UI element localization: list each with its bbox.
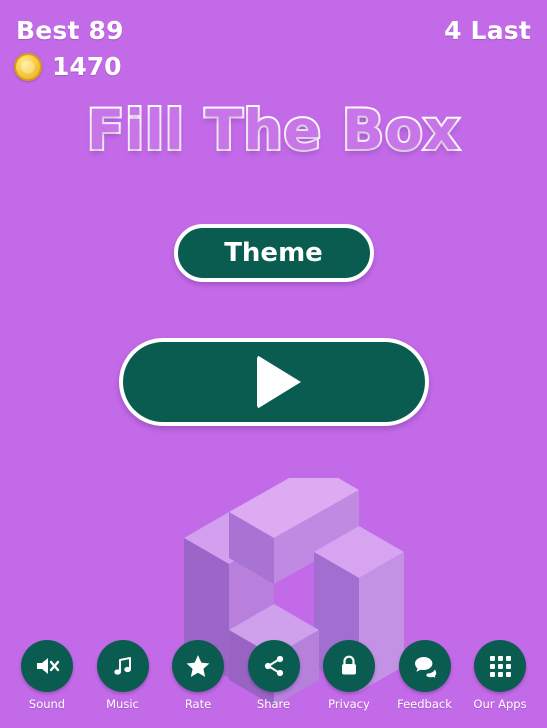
coin-counter: 1470 bbox=[14, 52, 122, 81]
bottom-item-rate[interactable]: Rate bbox=[161, 640, 235, 711]
play-triangle-icon bbox=[256, 355, 301, 409]
chat-bubble-icon bbox=[398, 640, 451, 692]
theme-button[interactable]: Theme bbox=[173, 224, 374, 282]
bottom-label-music: Music bbox=[106, 697, 139, 711]
bottom-item-music[interactable]: Music bbox=[86, 640, 160, 711]
music-note-glyph bbox=[113, 657, 131, 675]
theme-button-label: Theme bbox=[224, 238, 323, 268]
sound-muted-glyph bbox=[37, 658, 60, 674]
star-icon bbox=[172, 640, 224, 692]
bottom-label-feedback: Feedback bbox=[397, 697, 452, 711]
share-icon bbox=[247, 640, 300, 692]
bottom-label-rate: Rate bbox=[184, 697, 212, 711]
star-glyph bbox=[186, 655, 210, 677]
lock-glyph bbox=[342, 655, 356, 675]
last-score-label: 4 Last bbox=[444, 15, 531, 45]
bottom-label-sound: Sound bbox=[28, 697, 66, 711]
bottom-bar: Sound Music Rate Share Privacy Feedback … bbox=[0, 640, 547, 726]
bottom-item-privacy[interactable]: Privacy bbox=[312, 640, 386, 711]
bottom-label-our-apps: Our Apps bbox=[473, 697, 527, 711]
sound-muted-icon bbox=[21, 640, 73, 692]
game-home-screen: Best 89 4 Last 1470 Fill The Box Theme S… bbox=[0, 0, 547, 728]
bottom-label-privacy: Privacy bbox=[328, 697, 370, 711]
bottom-item-sound[interactable]: Sound bbox=[10, 640, 84, 711]
game-title: Fill The Box bbox=[85, 96, 462, 164]
coin-icon bbox=[14, 52, 42, 81]
bottom-item-our-apps[interactable]: Our Apps bbox=[463, 640, 537, 711]
play-button[interactable] bbox=[118, 338, 429, 426]
bottom-item-share[interactable]: Share bbox=[237, 640, 311, 711]
chat-bubble-glyph bbox=[414, 657, 436, 678]
top-bar: Best 89 4 Last bbox=[0, 0, 547, 54]
best-score-label: Best 89 bbox=[16, 15, 124, 45]
music-note-icon bbox=[96, 640, 149, 692]
coin-amount-label: 1470 bbox=[52, 52, 122, 81]
bottom-item-feedback[interactable]: Feedback bbox=[388, 640, 462, 711]
lock-icon bbox=[323, 640, 375, 692]
grid-apps-icon bbox=[474, 640, 526, 692]
bottom-label-share: Share bbox=[256, 697, 291, 711]
grid-apps-glyph bbox=[489, 655, 511, 677]
share-glyph bbox=[264, 655, 283, 677]
